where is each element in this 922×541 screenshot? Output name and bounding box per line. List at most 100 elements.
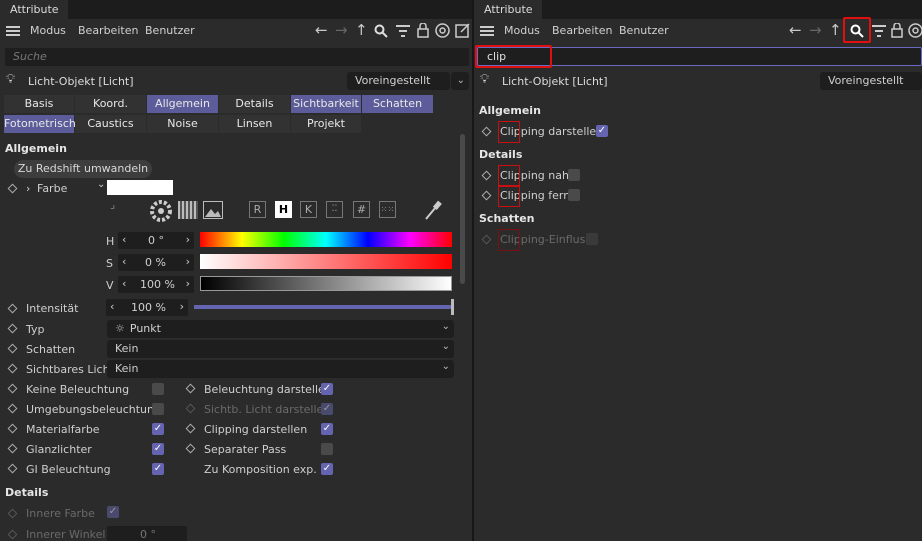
zu-komposition-checkbox[interactable]: ✓ [321,463,333,475]
materialfarbe-checkbox[interactable]: ✓ [152,423,164,435]
tab-linsen[interactable]: Linsen [219,115,290,133]
back-arrow-icon[interactable]: ← [789,22,802,38]
preset-value: Voreingestellt [828,74,904,87]
keyframe-diamond-icon[interactable] [7,443,18,454]
hamburger-menu-icon[interactable] [480,26,494,36]
sichtbares-licht-dropdown[interactable]: Kein ⌄ [107,360,454,378]
tab-attribute[interactable]: Attribute [0,0,68,19]
mode-hsv-button[interactable]: H [275,201,292,218]
keyframe-diamond-icon[interactable] [7,323,18,334]
tab-noise[interactable]: Noise [147,115,218,133]
search-input[interactable]: Suche [5,48,469,66]
target-icon[interactable] [435,23,450,38]
back-arrow-icon[interactable]: ← [315,22,328,38]
beleuchtung-darstellen-checkbox[interactable]: ✓ [321,383,333,395]
hamburger-menu-icon[interactable] [6,26,20,36]
keyframe-diamond-icon[interactable] [481,170,492,181]
color-chevron-icon[interactable]: ⌄ [97,179,105,190]
tab-schatten[interactable]: Schatten [362,95,433,113]
clipping-nah-checkbox[interactable] [568,169,580,181]
intensitaet-field[interactable]: ‹ 100 % › [106,299,188,316]
menu-bearbeiten[interactable]: Bearbeiten [78,24,138,37]
hex-icon[interactable]: # [353,201,370,218]
clipping-darstellen-checkbox[interactable]: ✓ [596,125,608,137]
tab-projekt[interactable]: Projekt [291,115,361,133]
redshift-convert-button[interactable]: Zu Redshift umwandeln [14,160,152,178]
menu-benutzer[interactable]: Benutzer [145,24,195,37]
innere-farbe-checkbox: ✓ [107,506,119,518]
menu-modus[interactable]: Modus [504,24,540,37]
intensitaet-slider-handle[interactable] [451,299,454,315]
mode-kelvin-button[interactable]: K [300,201,317,218]
keyframe-diamond-icon[interactable] [7,343,18,354]
keyframe-diamond-icon[interactable] [7,363,18,374]
tab-details[interactable]: Details [219,95,290,113]
keyframe-diamond-icon[interactable] [7,303,18,314]
tab-fotometrisch[interactable]: Fotometrisch [4,115,76,133]
forward-arrow-icon[interactable]: → [335,22,348,38]
swatches-icon[interactable]: ⁙⁙ [379,201,396,218]
tab-sichtbarkeit[interactable]: Sichtbarkeit [291,95,361,113]
keyframe-diamond-icon[interactable] [7,423,18,434]
keyframe-diamond-icon[interactable] [481,190,492,201]
keyframe-diamond-icon[interactable] [7,383,18,394]
keyframe-diamond-icon[interactable] [7,183,18,194]
tab-caustics[interactable]: Caustics [75,115,146,133]
saturation-slider[interactable] [200,254,452,269]
color-swatch[interactable] [107,180,173,195]
menu-benutzer[interactable]: Benutzer [619,24,669,37]
new-window-icon[interactable] [455,23,470,38]
value-slider[interactable] [200,276,452,291]
separater-pass-checkbox[interactable] [321,443,333,455]
up-arrow-icon[interactable]: ↑ [829,22,842,38]
umgebungsbeleuchtung-checkbox[interactable] [152,403,164,415]
menu-modus[interactable]: Modus [30,24,66,37]
mode-rgb-button[interactable]: R [249,201,266,218]
preset-chevron-icon[interactable]: ⌄ [451,72,469,90]
eyedropper-icon[interactable] [424,199,442,221]
object-title: Licht-Objekt [Licht] [28,75,134,88]
keyframe-diamond-icon[interactable] [7,403,18,414]
keyframe-diamond-icon[interactable] [185,443,196,454]
intensitaet-slider[interactable] [194,305,452,309]
h-value-field[interactable]: ‹ 0 ° › [118,232,194,249]
clipping-darstellen-checkbox[interactable]: ✓ [321,423,333,435]
lock-icon[interactable] [891,23,903,38]
keyframe-diamond-icon[interactable] [481,126,492,137]
menu-bearbeiten[interactable]: Bearbeiten [552,24,612,37]
filter-icon[interactable] [872,25,886,37]
search-icon[interactable] [374,24,388,38]
tab-attribute[interactable]: Attribute [474,0,542,19]
picture-icon[interactable] [203,201,223,219]
sichtb-licht-darstellen-checkbox: ✓ [321,403,333,415]
lock-icon[interactable] [417,23,429,38]
glanzlichter-checkbox[interactable]: ✓ [152,443,164,455]
preset-dropdown[interactable]: Voreingestellt [820,72,922,90]
preset-dropdown[interactable]: Voreingestellt [347,72,450,90]
spectrum-icon[interactable] [178,201,198,219]
v-value-field[interactable]: ‹ 100 % › [118,276,194,293]
tab-koord[interactable]: Koord. [75,95,146,113]
keine-beleuchtung-checkbox[interactable] [152,383,164,395]
schatten-dropdown[interactable]: Kein ⌄ [107,340,454,358]
target-icon[interactable] [908,23,922,38]
keyframe-diamond-icon[interactable] [185,423,196,434]
innerer-winkel-field: 0 ° [107,526,187,541]
hue-slider[interactable] [200,232,452,247]
expand-arrow-icon[interactable]: › [26,182,30,195]
keyframe-diamond-icon[interactable] [7,463,18,474]
clipping-fern-checkbox[interactable] [568,189,580,201]
scrollbar[interactable] [460,134,465,284]
tab-basis[interactable]: Basis [4,95,74,113]
up-arrow-icon[interactable]: ↑ [355,22,368,38]
filter-icon[interactable] [396,25,410,37]
mixer-icon[interactable]: ⁚⁚ [326,201,343,218]
gi-beleuchtung-checkbox[interactable]: ✓ [152,463,164,475]
s-value-field[interactable]: ‹ 0 % › [118,254,194,271]
typ-dropdown[interactable]: ☼ Punkt ⌄ [107,320,454,338]
section-details: Details [5,486,49,499]
forward-arrow-icon[interactable]: → [809,22,822,38]
keyframe-diamond-icon[interactable] [185,383,196,394]
tab-allgemein[interactable]: Allgemein [147,95,218,113]
color-wheel-icon[interactable] [150,200,172,222]
